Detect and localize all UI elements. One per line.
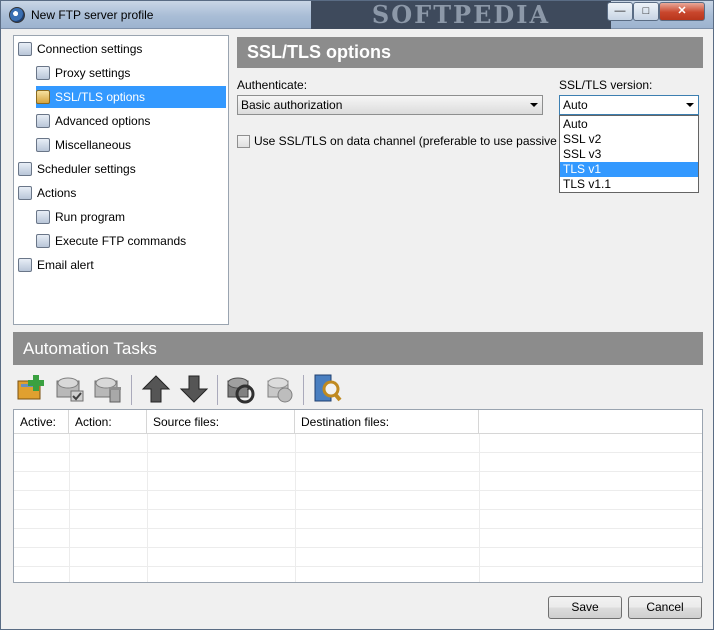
settings-tree: Connection settings Proxy settings SSL/T… bbox=[13, 35, 229, 325]
data-channel-label: Use SSL/TLS on data channel (preferable … bbox=[254, 134, 557, 148]
lock-icon bbox=[36, 90, 50, 104]
tree-item-ssl-tls-options[interactable]: SSL/TLS options bbox=[36, 86, 226, 108]
toolbar-separator bbox=[131, 375, 132, 405]
stop-task-icon[interactable] bbox=[263, 373, 297, 405]
run-task-icon[interactable] bbox=[223, 373, 257, 405]
close-button[interactable]: ✕ bbox=[659, 2, 705, 21]
column-divider bbox=[69, 434, 70, 582]
edit-task-icon[interactable] bbox=[53, 373, 87, 405]
title-bar[interactable]: New FTP server profile SOFTPEDIA — □ ✕ bbox=[1, 1, 713, 29]
ftp-commands-icon bbox=[36, 234, 50, 248]
tree-item-advanced-options[interactable]: Advanced options bbox=[36, 110, 226, 132]
tree-item-actions[interactable]: Actions bbox=[18, 182, 226, 204]
minimize-button[interactable]: — bbox=[607, 2, 633, 21]
column-divider bbox=[147, 434, 148, 582]
app-icon bbox=[9, 7, 25, 23]
table-row[interactable] bbox=[14, 491, 702, 510]
tree-item-email-alert[interactable]: Email alert bbox=[18, 254, 226, 276]
tree-item-run-program[interactable]: Run program bbox=[36, 206, 226, 228]
ssl-version-value: Auto bbox=[563, 98, 588, 112]
ssl-version-option[interactable]: SSL v3 bbox=[560, 147, 698, 162]
gears-icon bbox=[36, 138, 50, 152]
toolbar-separator bbox=[217, 375, 218, 405]
run-icon bbox=[36, 210, 50, 224]
column-destination-files[interactable]: Destination files: bbox=[295, 410, 479, 434]
tree-item-connection-settings[interactable]: Connection settings bbox=[18, 38, 226, 60]
chevron-down-icon bbox=[530, 103, 538, 107]
ssl-version-option[interactable]: TLS v1.1 bbox=[560, 177, 698, 192]
tree-item-miscellaneous[interactable]: Miscellaneous bbox=[36, 134, 226, 156]
clock-icon bbox=[18, 162, 32, 176]
table-header: Active: Action: Source files: Destinatio… bbox=[14, 410, 702, 434]
automation-tasks-table: Active: Action: Source files: Destinatio… bbox=[13, 409, 703, 583]
ssl-version-option-highlighted[interactable]: TLS v1 bbox=[560, 162, 698, 177]
watermark: SOFTPEDIA bbox=[311, 1, 611, 29]
delete-task-icon[interactable] bbox=[91, 373, 125, 405]
window-title: New FTP server profile bbox=[31, 8, 154, 22]
tree-item-execute-ftp-commands[interactable]: Execute FTP commands bbox=[36, 230, 226, 252]
ssl-version-dropdown: Auto SSL v2 SSL v3 TLS v1 TLS v1.1 bbox=[559, 115, 699, 193]
advanced-icon bbox=[36, 114, 50, 128]
ssl-version-select[interactable]: Auto bbox=[559, 95, 699, 115]
chevron-down-icon bbox=[686, 103, 694, 107]
dialog-window: New FTP server profile SOFTPEDIA — □ ✕ C… bbox=[0, 0, 714, 630]
maximize-button[interactable]: □ bbox=[633, 2, 659, 21]
automation-title: Automation Tasks bbox=[13, 332, 703, 365]
tree-item-scheduler-settings[interactable]: Scheduler settings bbox=[18, 158, 226, 180]
save-button[interactable]: Save bbox=[548, 596, 622, 619]
toolbar-separator bbox=[303, 375, 304, 405]
add-task-icon[interactable] bbox=[15, 373, 49, 405]
table-row[interactable] bbox=[14, 453, 702, 472]
move-up-icon[interactable] bbox=[139, 373, 173, 405]
table-row[interactable] bbox=[14, 434, 702, 453]
table-row[interactable] bbox=[14, 472, 702, 491]
authenticate-select[interactable]: Basic authorization bbox=[237, 95, 543, 115]
ssl-version-label: SSL/TLS version: bbox=[559, 78, 653, 92]
table-row[interactable] bbox=[14, 510, 702, 529]
authenticate-value: Basic authorization bbox=[241, 98, 343, 112]
column-source-files[interactable]: Source files: bbox=[147, 410, 295, 434]
column-active[interactable]: Active: bbox=[14, 410, 69, 434]
table-row[interactable] bbox=[14, 529, 702, 548]
table-row[interactable] bbox=[14, 567, 702, 582]
column-divider bbox=[479, 434, 480, 582]
authenticate-label: Authenticate: bbox=[237, 78, 308, 92]
tree-item-proxy-settings[interactable]: Proxy settings bbox=[36, 62, 226, 84]
ssl-version-option[interactable]: SSL v2 bbox=[560, 132, 698, 147]
table-row[interactable] bbox=[14, 548, 702, 567]
panel-title: SSL/TLS options bbox=[237, 37, 703, 68]
column-action[interactable]: Action: bbox=[69, 410, 147, 434]
move-down-icon[interactable] bbox=[177, 373, 211, 405]
actions-icon bbox=[18, 186, 32, 200]
data-channel-checkbox[interactable] bbox=[237, 135, 250, 148]
proxy-icon bbox=[36, 66, 50, 80]
ssl-version-option[interactable]: Auto bbox=[560, 117, 698, 132]
email-icon bbox=[18, 258, 32, 272]
cancel-button[interactable]: Cancel bbox=[628, 596, 702, 619]
connection-icon bbox=[18, 42, 32, 56]
column-divider bbox=[295, 434, 296, 582]
preview-icon[interactable] bbox=[309, 373, 343, 405]
